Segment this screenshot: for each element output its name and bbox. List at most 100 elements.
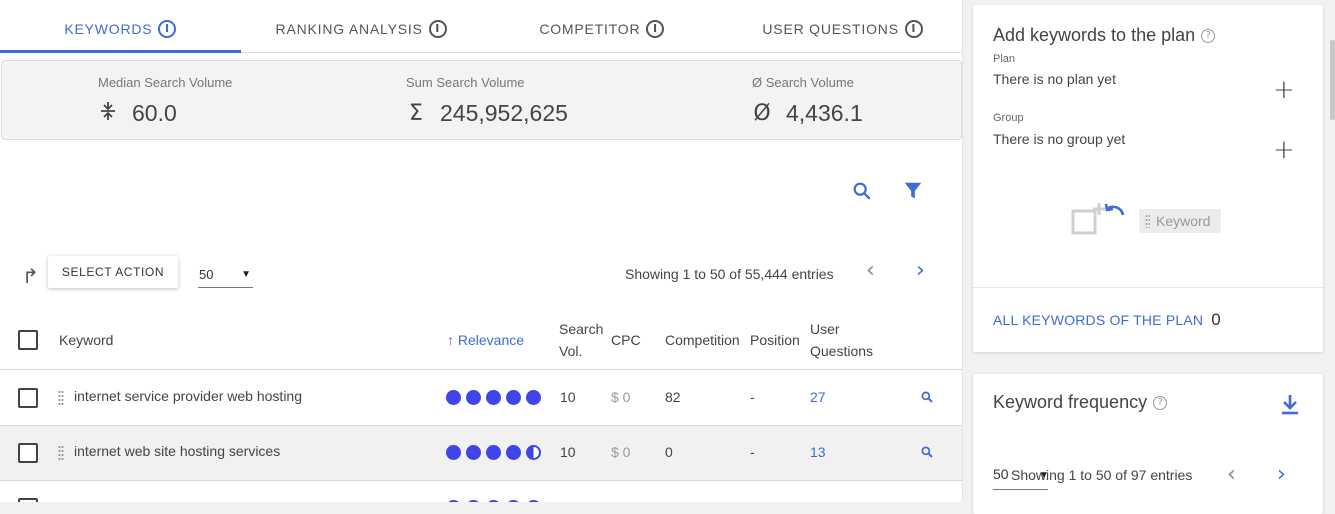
row-checkbox[interactable] [18, 498, 38, 502]
keyword-text: internet service provider web hosting [74, 388, 303, 404]
group-value[interactable]: There is no group yet [993, 131, 1125, 147]
col-position[interactable]: Position [750, 332, 800, 348]
drag-handle-icon[interactable] [58, 390, 64, 406]
caret-down-icon: ▼ [241, 269, 251, 280]
row-checkbox[interactable] [18, 443, 38, 463]
add-group-icon[interactable]: + [1273, 137, 1295, 163]
keyword-frequency-card: Keyword frequency ? 50 Showing 1 to 50 o… [973, 374, 1323, 514]
table-toolbar: ↱ SELECT ACTION 50 ▼ Showing 1 to 50 of … [0, 256, 962, 292]
relevance-dot [446, 445, 461, 460]
per-page-select[interactable]: 50 ▼ [198, 262, 253, 288]
median-icon [98, 101, 118, 127]
caret-down-icon: ▼ [1039, 470, 1049, 481]
user-questions-link[interactable]: 27 [810, 389, 826, 405]
keyword-drop-zone[interactable]: Keyword [1069, 201, 1229, 241]
col-keyword[interactable]: Keyword [59, 332, 113, 348]
card-title: Add keywords to the plan ? [993, 25, 1216, 46]
competition-value: 0 [665, 444, 673, 460]
tab-label: COMPETITOR [539, 20, 641, 37]
info-icon[interactable]: i [158, 19, 177, 38]
tab-keywords[interactable]: KEYWORDS i [0, 5, 241, 53]
cpc-value: $ 0 [611, 389, 631, 405]
tab-ranking-analysis[interactable]: RANKING ANALYSIS i [241, 5, 482, 52]
stat-label: Median Search Volume [98, 75, 233, 90]
user-questions-link[interactable]: 13 [810, 444, 826, 460]
main-panel: KEYWORDS i RANKING ANALYSIS i COMPETITOR… [0, 0, 963, 502]
col-search-vol[interactable]: Search [559, 321, 603, 337]
col-user-questions-line2[interactable]: Questions [810, 343, 873, 359]
relevance-dot [506, 390, 521, 405]
table-row[interactable]: internet service provider web hosting 10… [0, 371, 962, 426]
stats-panel: Median Search Volume 60.0 Sum Search Vol… [1, 60, 962, 140]
scrollbar[interactable] [1330, 40, 1335, 120]
sigma-icon: Σ [409, 101, 423, 126]
relevance-dot [466, 390, 481, 405]
competition-value: 82 [665, 389, 681, 405]
tab-bar: KEYWORDS i RANKING ANALYSIS i COMPETITOR… [0, 5, 962, 53]
stat-average: Ø Search Volume Ø 4,436.1 [752, 75, 863, 127]
help-icon[interactable]: ? [1201, 28, 1216, 43]
plan-label: Plan [993, 53, 1016, 65]
group-label: Group [993, 112, 1024, 124]
col-search-vol-line2[interactable]: Vol. [559, 343, 582, 359]
table-header: Keyword ↑ Relevance Search Vol. CPC Comp… [0, 310, 962, 370]
info-icon[interactable]: i [428, 19, 447, 38]
search-vol-value: 10 [560, 444, 576, 460]
info-icon[interactable]: i [646, 19, 665, 38]
per-page-value: 50 [993, 466, 1009, 482]
table-row[interactable]: internet web site hosting services 10 $ … [0, 426, 962, 481]
relevance-half-dot [526, 445, 541, 460]
col-cpc[interactable]: CPC [611, 332, 641, 348]
info-icon[interactable]: i [904, 19, 923, 38]
bulk-action-arrow-icon: ↱ [22, 264, 39, 288]
drag-handle-icon [1145, 214, 1150, 228]
relevance-dot [506, 445, 521, 460]
stat-label: Ø Search Volume [752, 75, 854, 90]
card-title-text: Keyword frequency [993, 392, 1148, 412]
col-user-questions[interactable]: User [810, 321, 840, 337]
relevance-dot [466, 445, 481, 460]
add-plan-icon[interactable]: + [1273, 77, 1295, 103]
row-checkbox[interactable] [18, 388, 38, 408]
divider [973, 287, 1323, 288]
search-icon[interactable] [920, 445, 934, 459]
prev-page-icon[interactable]: ‹ [1227, 464, 1236, 486]
per-page-value: 50 [199, 267, 214, 282]
prev-page-icon[interactable]: ‹ [866, 260, 875, 282]
search-icon[interactable] [851, 180, 875, 204]
plan-value[interactable]: There is no plan yet [993, 71, 1116, 87]
tab-user-questions[interactable]: USER QUESTIONS i [722, 5, 962, 52]
download-icon[interactable] [1281, 394, 1301, 416]
cpc-value: $ 0 [611, 444, 631, 460]
col-competition[interactable]: Competition [665, 332, 740, 348]
tab-label: RANKING ANALYSIS [275, 20, 423, 37]
next-page-icon[interactable]: › [916, 260, 925, 282]
select-all-checkbox[interactable] [18, 330, 38, 350]
all-keywords-label: ALL KEYWORDS OF THE PLAN [993, 312, 1204, 328]
card-title: Keyword frequency ? [993, 392, 1168, 413]
table-row[interactable] [0, 481, 962, 502]
stat-median: Median Search Volume 60.0 [98, 75, 232, 127]
card-title-text: Add keywords to the plan [993, 25, 1196, 45]
all-keywords-link[interactable]: ALL KEYWORDS OF THE PLAN 0 [993, 310, 1221, 330]
col-relevance[interactable]: ↑ Relevance [447, 332, 524, 348]
filter-icon[interactable] [902, 180, 926, 204]
stat-sum: Sum Search Volume Σ 245,952,625 [406, 75, 568, 127]
add-to-plan-card: Add keywords to the plan ? Plan There is… [973, 5, 1323, 352]
next-page-icon[interactable]: › [1277, 464, 1286, 486]
average-icon: Ø [753, 101, 771, 126]
keyword-chip[interactable]: Keyword [1139, 209, 1221, 233]
tab-competitor[interactable]: COMPETITOR i [482, 5, 723, 52]
keyword-chip-label: Keyword [1156, 213, 1211, 229]
select-action-button[interactable]: SELECT ACTION [48, 256, 178, 288]
search-vol-value: 10 [560, 389, 576, 405]
relevance-dot [486, 445, 501, 460]
tab-label: KEYWORDS [64, 20, 153, 37]
relevance-rating [446, 445, 541, 460]
drag-handle-icon[interactable] [58, 445, 64, 461]
search-icon[interactable] [920, 390, 934, 404]
relevance-rating [446, 390, 541, 405]
help-icon[interactable]: ? [1153, 395, 1168, 410]
all-keywords-count: 0 [1211, 310, 1221, 329]
tab-label: USER QUESTIONS [762, 20, 899, 37]
